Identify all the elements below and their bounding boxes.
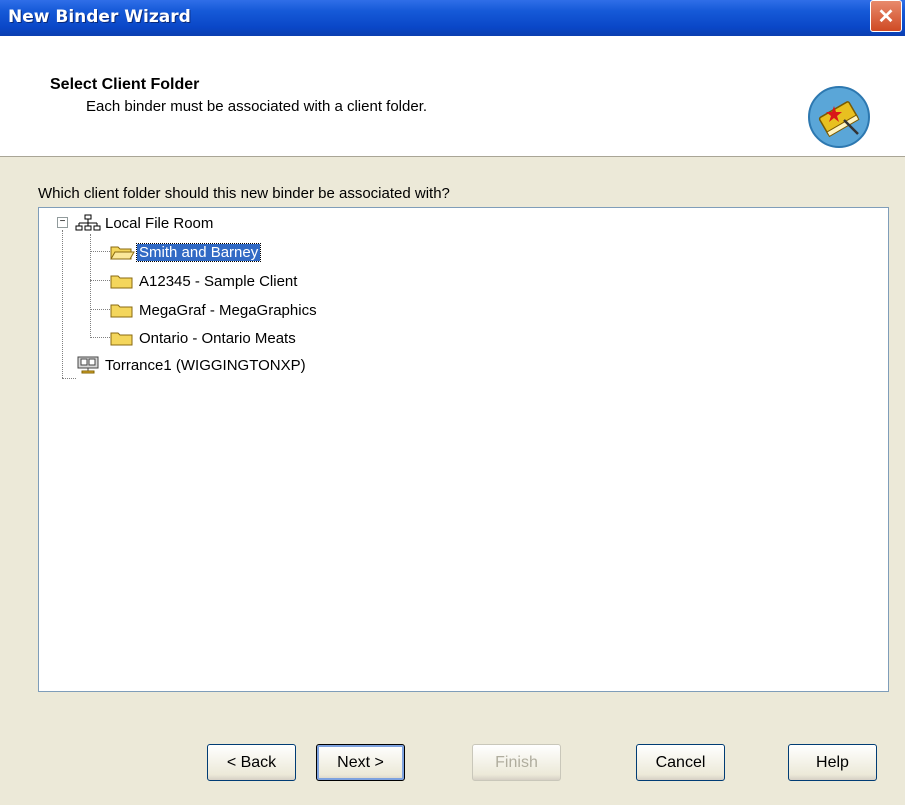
tree-node-smith-and-barney[interactable]: Smith and Barney bbox=[109, 239, 262, 265]
close-button[interactable]: ✕ bbox=[870, 0, 902, 32]
header-subtitle: Each binder must be associated with a cl… bbox=[86, 98, 428, 115]
close-icon: ✕ bbox=[877, 5, 895, 28]
tree-node-label: MegaGraf - MegaGraphics bbox=[139, 301, 317, 319]
tree-node-label: Smith and Barney bbox=[135, 242, 262, 262]
next-button[interactable]: Next > bbox=[316, 744, 405, 781]
wizard-header: Select Client Folder Each binder must be… bbox=[0, 36, 905, 157]
tree-node-label: A12345 - Sample Client bbox=[139, 272, 298, 290]
network-icon bbox=[75, 214, 101, 231]
tree-node-a12345[interactable]: A12345 - Sample Client bbox=[109, 268, 299, 294]
window-title: New Binder Wizard bbox=[8, 7, 191, 27]
tree-node-torrance1[interactable]: Torrance1 (WIGGINGTONXP) bbox=[75, 352, 308, 378]
collapse-icon[interactable]: − bbox=[57, 217, 68, 228]
folder-tree[interactable]: − Local File Room Smith and Barney A1234… bbox=[38, 207, 889, 692]
computer-icon bbox=[77, 356, 99, 374]
header-title: Select Client Folder bbox=[50, 76, 200, 93]
folder-icon bbox=[110, 304, 133, 318]
help-button[interactable]: Help bbox=[788, 744, 877, 781]
tree-node-ontario[interactable]: Ontario - Ontario Meats bbox=[109, 325, 298, 351]
tree-node-label: Torrance1 (WIGGINGTONXP) bbox=[105, 356, 306, 374]
folder-open-icon bbox=[110, 246, 135, 260]
book-wizard-icon bbox=[808, 86, 870, 148]
tree-node-label: Local File Room bbox=[105, 214, 214, 232]
tree-node-label: Ontario - Ontario Meats bbox=[139, 329, 296, 347]
folder-icon bbox=[110, 332, 133, 346]
tree-node-local-file-room[interactable]: Local File Room bbox=[75, 210, 215, 236]
finish-button[interactable]: Finish bbox=[472, 744, 561, 781]
cancel-button[interactable]: Cancel bbox=[636, 744, 725, 781]
title-bar[interactable]: New Binder Wizard ✕ bbox=[0, 0, 905, 36]
question-label: Which client folder should this new bind… bbox=[38, 185, 450, 202]
back-button[interactable]: < Back bbox=[207, 744, 296, 781]
tree-node-megagraf[interactable]: MegaGraf - MegaGraphics bbox=[109, 297, 319, 323]
folder-icon bbox=[110, 275, 133, 289]
